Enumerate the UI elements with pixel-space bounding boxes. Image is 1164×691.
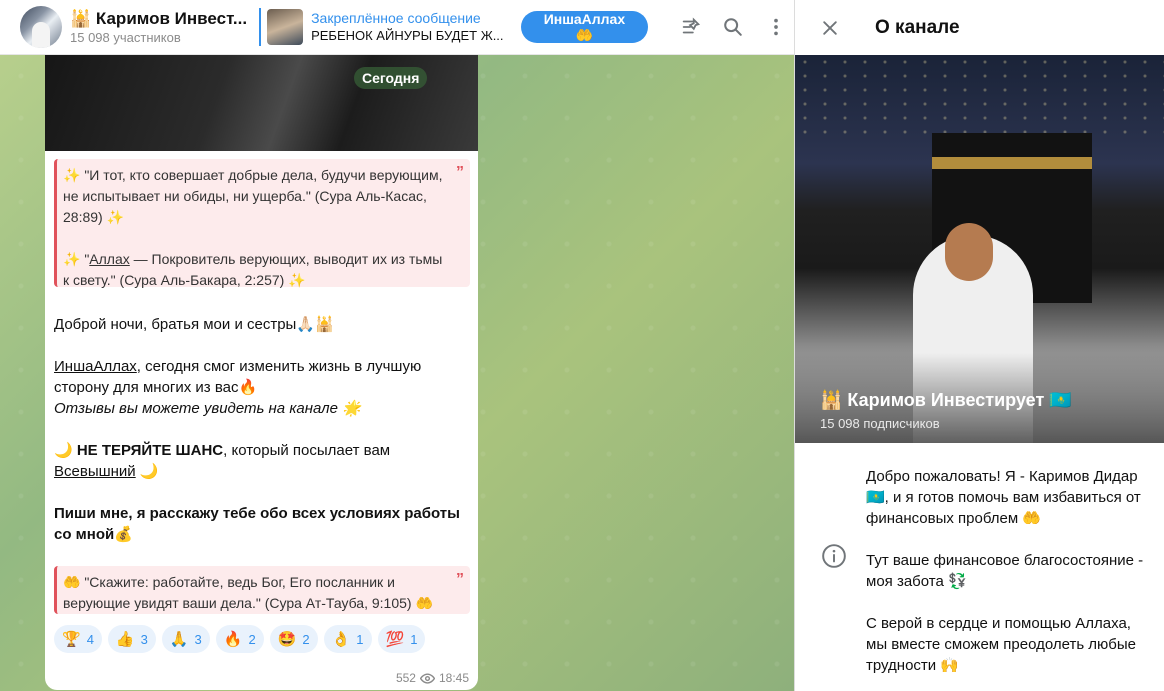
reaction-chip[interactable]: 💯 1 [377, 625, 426, 653]
reaction-emoji: 👌 [331, 631, 351, 648]
message-greeting: Доброй ночи, братья мои и сестры🙏🏻🕌 [54, 316, 334, 333]
channel-cover-photo[interactable]: 🕌 Каримов Инвестирует 🇰🇿 15 098 подписчи… [795, 55, 1164, 443]
panel-channel-name: 🕌 Каримов Инвестирует 🇰🇿 [820, 390, 1072, 410]
quote-line: 🤲 "Скажите: работайте, ведь Бог, Его пос… [63, 574, 433, 611]
message-paragraph: ИншаАллах, сегодня смог изменить жизнь в… [54, 356, 474, 419]
description-paragraph: Добро пожаловать! Я - Каримов Дидар 🇰🇿, … [866, 468, 1141, 527]
close-icon[interactable] [810, 8, 850, 48]
description-paragraph: С верой в сердце и помощью Аллаха, мы вм… [866, 615, 1137, 674]
pinned-list-icon[interactable] [672, 7, 710, 47]
channel-info-panel: О канале 🕌 Каримов Инвестирует 🇰🇿 15 098… [795, 0, 1164, 691]
info-icon [822, 544, 846, 568]
message-italic: Отзывы вы можете увидеть на канале 🌟 [54, 400, 361, 417]
view-count: 552 [395, 671, 416, 685]
pinned-text: РЕБЕНОК АЙНУРЫ БУДЕТ Ж... [311, 28, 504, 43]
reaction-emoji: 🙏 [169, 631, 189, 648]
reaction-count: 3 [140, 631, 148, 647]
reaction-count: 2 [302, 631, 310, 647]
quote-link[interactable]: Аллах [89, 251, 129, 267]
more-menu-icon[interactable] [757, 7, 794, 47]
eye-icon [419, 672, 435, 684]
reaction-emoji: 👍 [115, 631, 135, 648]
pinned-thumbnail [267, 9, 304, 45]
message-link[interactable]: Всевышний [54, 463, 136, 480]
telegram-window: 🕌 Каримов Инвест... 15 098 участников За… [0, 0, 1164, 691]
chat-header: 🕌 Каримов Инвест... 15 098 участников За… [0, 0, 794, 55]
pinned-text-block: Закреплённое сообщение РЕБЕНОК АЙНУРЫ БУ… [311, 9, 511, 45]
message-time: 18:45 [438, 671, 469, 685]
description-paragraph: Тут ваше финансовое благосостояние - моя… [866, 552, 1144, 590]
message-text: 🌙 [135, 463, 159, 480]
reaction-count: 1 [410, 631, 418, 647]
message-paragraph: Пиши мне, я расскажу тебе обо всех услов… [54, 505, 460, 543]
reaction-emoji: 🤩 [277, 631, 297, 648]
quote-icon: ” [456, 571, 464, 588]
quote-block: ” ✨ "И тот, кто совершает добрые дела, б… [54, 159, 470, 288]
reaction-count: 4 [86, 631, 94, 647]
pinned-action-button[interactable]: ИншаАллах 🤲 [521, 11, 648, 43]
date-chip: Сегодня [354, 67, 428, 89]
message-link[interactable]: ИншаАллах [54, 358, 137, 375]
reaction-count: 3 [194, 631, 202, 647]
reaction-count: 2 [248, 631, 256, 647]
channel-title-block[interactable]: 🕌 Каримов Инвест... 15 098 участников [70, 9, 247, 46]
panel-header: О канале [795, 0, 1164, 55]
message-bubble[interactable]: ” ✨ "И тот, кто совершает добрые дела, б… [45, 55, 478, 690]
message-meta: 552 18:45 [396, 671, 469, 685]
quote-icon: ” [456, 164, 464, 181]
reaction-chip[interactable]: 👌 1 [323, 625, 372, 653]
message-text: , который посылает вам [223, 442, 391, 459]
reaction-chip[interactable]: 🔥 2 [215, 625, 264, 653]
channel-description: Добро пожаловать! Я - Каримов Дидар 🇰🇿, … [866, 466, 1151, 691]
search-icon[interactable] [714, 7, 752, 47]
reaction-emoji: 💯 [385, 631, 405, 648]
reactions-bar: 🏆 4 👍 3 🙏 3 🔥 2 🤩 2 👌 1 💯 1 [54, 625, 426, 653]
quote-line: ✨ "Аллах — Покровитель верующих, выводит… [63, 249, 450, 291]
reaction-emoji: 🔥 [223, 631, 243, 648]
quote-line: ✨ "И тот, кто совершает добрые дела, буд… [63, 167, 443, 225]
channel-name: 🕌 Каримов Инвест... [70, 8, 248, 28]
reaction-count: 1 [356, 631, 364, 647]
reaction-chip[interactable]: 🙏 3 [161, 625, 210, 653]
channel-avatar[interactable] [20, 6, 62, 48]
member-count: 15 098 участников [70, 29, 181, 45]
reaction-chip[interactable]: 🏆 4 [54, 625, 102, 653]
quote-prefix: ✨ " [63, 251, 90, 267]
message-bold: 🌙 НЕ ТЕРЯЙТЕ ШАНС [54, 442, 224, 459]
panel-title: О канале [875, 16, 960, 38]
chat-column: 🕌 Каримов Инвест... 15 098 участников За… [0, 0, 795, 691]
pinned-message[interactable]: Закреплённое сообщение РЕБЕНОК АЙНУРЫ БУ… [259, 8, 511, 46]
panel-subscribers: 15 098 подписчиков [820, 416, 940, 431]
reaction-emoji: 🏆 [62, 631, 81, 648]
quote-block: ” 🤲 "Скажите: работайте, ведь Бог, Его п… [54, 566, 470, 614]
reaction-chip[interactable]: 🤩 2 [269, 625, 318, 653]
photo-lights [795, 55, 1164, 135]
pinned-title: Закреплённое сообщение [311, 10, 481, 26]
reaction-chip[interactable]: 👍 3 [107, 625, 156, 653]
message-paragraph: 🌙 НЕ ТЕРЯЙТЕ ШАНС, который посылает вам … [54, 440, 474, 482]
